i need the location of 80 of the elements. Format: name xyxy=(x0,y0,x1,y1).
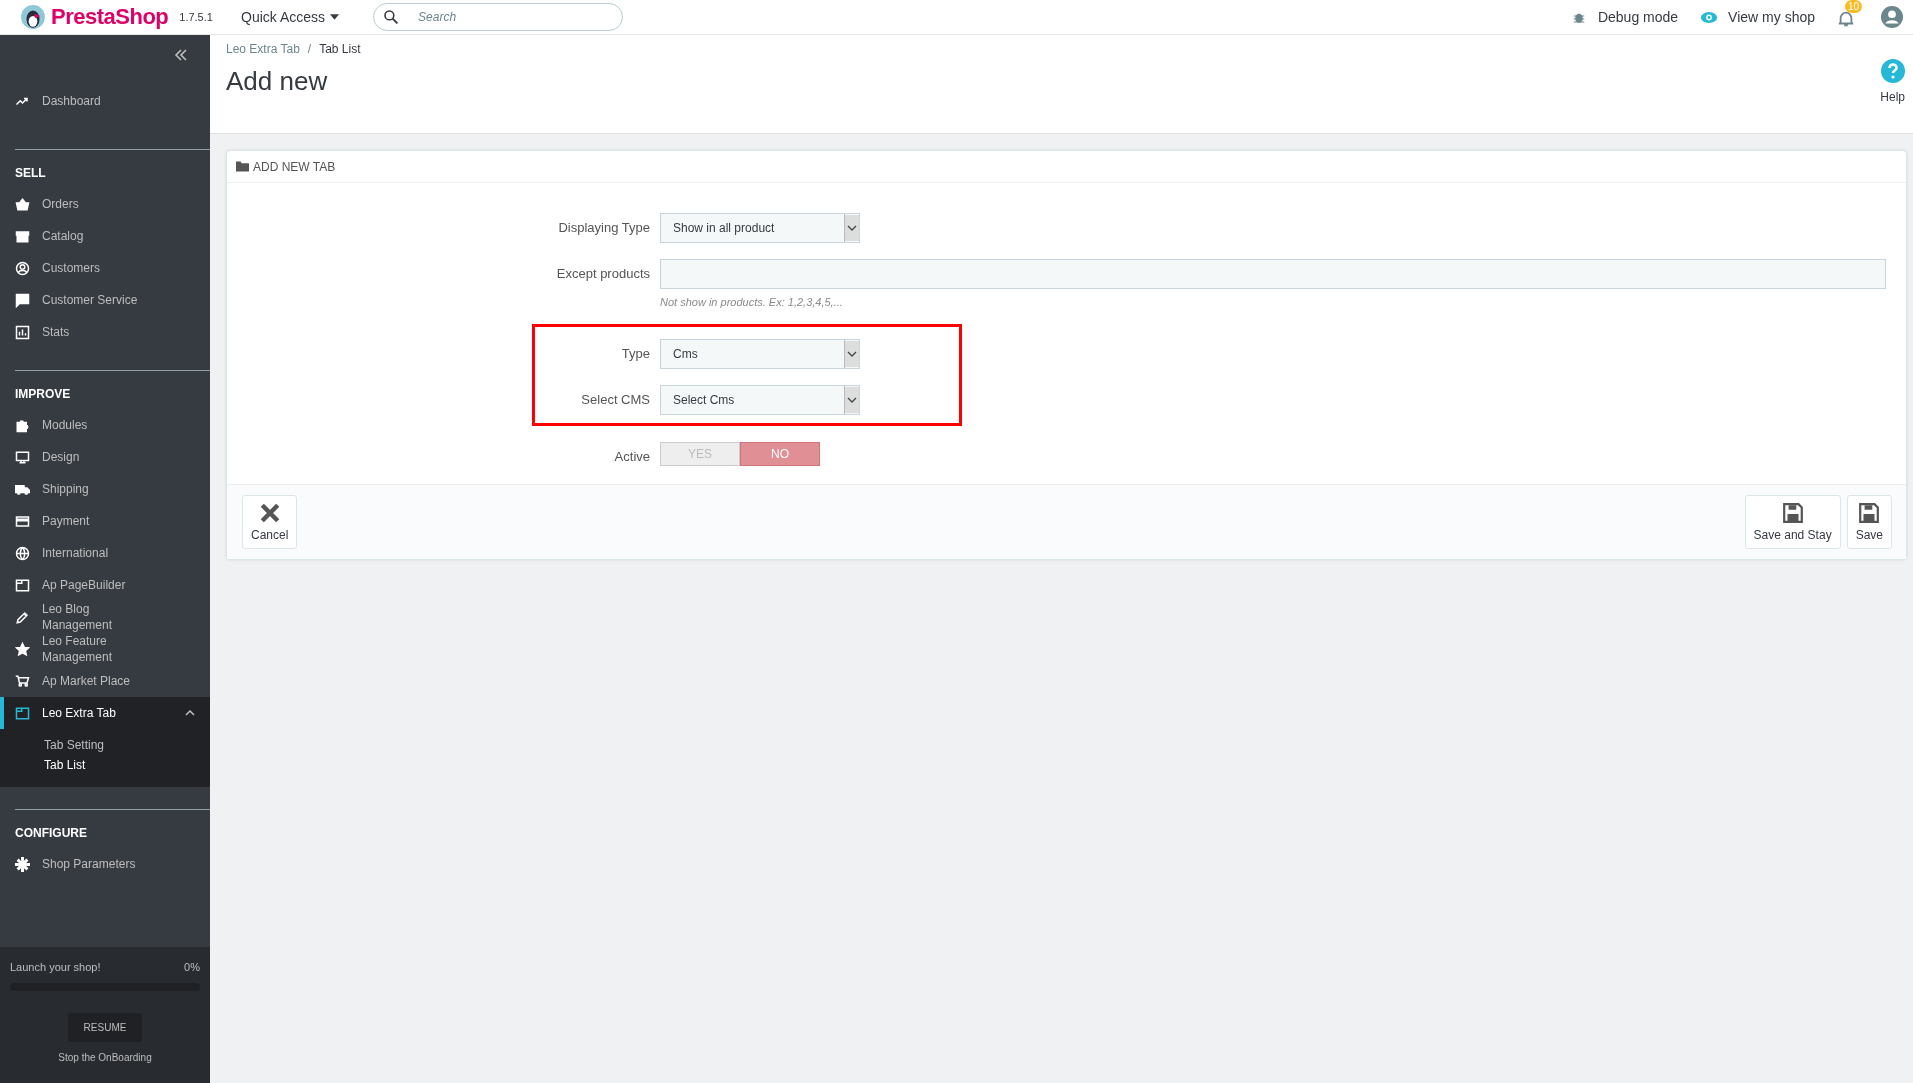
sidebar-item[interactable]: Catalog xyxy=(0,220,210,252)
panel-title: ADD NEW TAB xyxy=(253,159,336,174)
quick-access-menu[interactable]: Quick Access xyxy=(237,5,344,29)
sidebar-item[interactable]: International xyxy=(0,537,210,569)
onboarding-text: Launch your shop! xyxy=(10,961,101,973)
save-button[interactable]: Save and Stay xyxy=(1744,495,1841,549)
sidebar-item[interactable]: Orders xyxy=(0,188,210,220)
sidebar-item[interactable]: Design xyxy=(0,441,210,473)
globe-icon xyxy=(15,545,30,561)
dropdown-arrow-icon xyxy=(844,386,859,414)
sidebar-item[interactable]: Stats xyxy=(0,316,210,348)
section-heading: CONFIGURE xyxy=(14,825,88,842)
select-dropdown[interactable]: Select Cms xyxy=(660,385,860,415)
version-text: 1.7.5.1 xyxy=(179,11,213,23)
sidebar-item[interactable]: Leo Extra Tab xyxy=(0,697,210,729)
dropdown-arrow-icon xyxy=(844,340,859,368)
sidebar-item[interactable]: Payment xyxy=(0,505,210,537)
puffin-logo-icon xyxy=(20,4,46,30)
eye-icon xyxy=(1700,9,1719,25)
field-label: Active xyxy=(613,448,651,466)
sidebar-item[interactable]: Customer Service xyxy=(0,284,210,316)
help-icon xyxy=(1880,59,1905,83)
user-avatar-icon[interactable] xyxy=(1881,6,1903,28)
chart-icon xyxy=(15,324,30,340)
breadcrumb-link[interactable]: Leo Extra Tab xyxy=(226,42,300,56)
sidebar-item[interactable]: Shipping xyxy=(0,473,210,505)
field-label: Type xyxy=(620,345,651,363)
logo-text: PrestaShop xyxy=(51,4,169,30)
person-icon xyxy=(15,260,30,276)
sidebar-item[interactable]: Ap Market Place xyxy=(0,665,210,697)
search-icon xyxy=(383,9,400,25)
monitor-icon xyxy=(15,449,30,465)
window-icon xyxy=(15,577,30,593)
field-label: Displaying Type xyxy=(557,219,651,237)
card-icon xyxy=(15,513,30,529)
caret-icon xyxy=(330,14,340,20)
sidebar-item[interactable]: Leo Blog Management xyxy=(0,601,210,633)
basket-icon xyxy=(15,196,30,212)
puzzle-icon xyxy=(15,417,30,433)
submenu-item[interactable]: Tab Setting xyxy=(0,735,210,755)
save-button[interactable]: Save xyxy=(1846,495,1892,549)
search-field[interactable]: Search xyxy=(373,3,624,31)
dropdown-arrow-icon xyxy=(844,214,859,242)
section-heading: SELL xyxy=(14,165,47,182)
field-label: Except products xyxy=(555,265,651,283)
sidebar-item[interactable]: Shop Parameters xyxy=(0,848,210,880)
cart-icon xyxy=(15,673,30,689)
close-icon xyxy=(258,502,281,524)
sidebar-item[interactable]: Leo Feature Management xyxy=(0,633,210,665)
resume-button[interactable]: RESUME xyxy=(67,1013,143,1042)
submenu-item[interactable]: Tab List xyxy=(0,755,210,775)
select-dropdown[interactable]: Show in all product xyxy=(660,213,860,243)
select-dropdown[interactable]: Cms xyxy=(660,339,860,369)
view-shop-link[interactable]: View my shop xyxy=(1700,9,1815,25)
chat-icon xyxy=(15,292,30,308)
folder-icon xyxy=(236,161,249,172)
bell-icon[interactable] xyxy=(1837,10,1855,28)
window-icon xyxy=(15,705,30,721)
sidebar-item[interactable]: Modules xyxy=(0,409,210,441)
text-field[interactable] xyxy=(660,259,1886,289)
page-title: Add new xyxy=(226,66,329,97)
breadcrumb-separator: / xyxy=(307,42,312,56)
star-icon xyxy=(15,641,30,657)
chevron-icon[interactable] xyxy=(185,710,195,716)
section-heading: IMPROVE xyxy=(14,386,72,403)
field-label: Select CMS xyxy=(580,391,651,409)
notification-badge: 10 xyxy=(1845,0,1863,13)
pencil-icon xyxy=(15,609,30,625)
sidebar-item[interactable]: Ap PageBuilder xyxy=(0,569,210,601)
sidebar-item[interactable]: Customers xyxy=(0,252,210,284)
breadcrumb-link[interactable]: Tab List xyxy=(319,42,361,56)
debug-mode-link[interactable]: Debug mode xyxy=(1569,9,1679,25)
field-hint: Not show in products. Ex: 1,2,3,4,5,... xyxy=(660,296,844,308)
progress-percent: 0% xyxy=(184,961,200,973)
cancel-button[interactable]: Cancel xyxy=(242,495,298,549)
stop-onboarding-link[interactable]: Stop the OnBoarding xyxy=(58,1052,152,1063)
help-button[interactable]: Help xyxy=(1880,35,1905,133)
collapse-icon[interactable] xyxy=(174,49,188,61)
sidebar-item[interactable]: Dashboard xyxy=(0,75,210,127)
store-icon xyxy=(15,228,30,244)
